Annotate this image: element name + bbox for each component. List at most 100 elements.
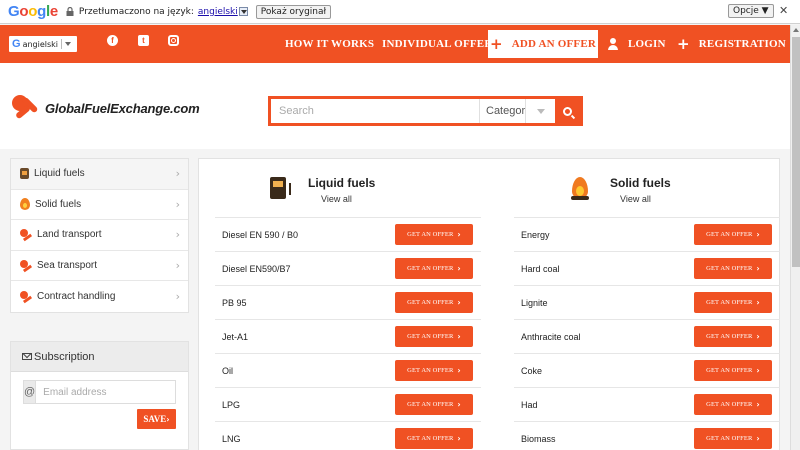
sidebar-item-label: Sea transport	[37, 260, 98, 272]
get-offer-label: GET AN OFFER	[706, 299, 753, 306]
get-offer-button[interactable]: GET AN OFFER ›	[395, 292, 473, 313]
search-bar: Categor	[268, 96, 583, 126]
nav-individual-offer[interactable]: INDIVIDUAL OFFER	[382, 25, 492, 63]
category-dropdown[interactable]	[525, 99, 555, 123]
login-link[interactable]: LOGIN	[607, 25, 666, 63]
get-offer-label: GET AN OFFER	[407, 299, 454, 306]
get-offer-button[interactable]: GET AN OFFER ›	[395, 428, 473, 449]
fuel-name[interactable]: Diesel EN 590 / B0	[222, 230, 298, 240]
fuel-name[interactable]: Jet-A1	[222, 332, 248, 342]
list-item: Oil GET AN OFFER ›	[215, 354, 481, 388]
fuel-name[interactable]: Coke	[521, 366, 542, 376]
chevron-right-icon: ›	[175, 167, 180, 181]
fuel-name[interactable]: Anthracite coal	[521, 332, 581, 342]
email-field[interactable]	[36, 381, 176, 403]
get-offer-label: GET AN OFFER	[706, 367, 753, 374]
instagram-icon[interactable]	[168, 35, 179, 46]
chevron-down-icon	[65, 42, 72, 46]
list-item: Anthracite coal GET AN OFFER ›	[514, 320, 780, 354]
get-offer-button[interactable]: GET AN OFFER ›	[694, 326, 772, 347]
brand-band: GlobalFuelExchange.com Categor	[0, 63, 790, 149]
sidebar-item-solid-fuels[interactable]: Solid fuels ›	[11, 190, 188, 221]
sidebar-item-sea-transport[interactable]: Sea transport ›	[11, 251, 188, 282]
liquid-fuels-column: Liquid fuels View all Diesel EN 590 / B0…	[215, 159, 481, 450]
plus-icon: +	[677, 35, 690, 53]
fuel-name[interactable]: LPG	[222, 400, 240, 410]
list-item: Jet-A1 GET AN OFFER ›	[215, 320, 481, 354]
fuel-categories-panel: Liquid fuels View all Diesel EN 590 / B0…	[198, 158, 780, 450]
get-offer-button[interactable]: GET AN OFFER ›	[395, 258, 473, 279]
get-offer-button[interactable]: GET AN OFFER ›	[694, 360, 772, 381]
close-icon[interactable]: ✕	[779, 4, 788, 17]
nav-how-it-works[interactable]: HOW IT WORKS	[285, 25, 374, 63]
get-offer-button[interactable]: GET AN OFFER ›	[694, 394, 772, 415]
fuel-name[interactable]: PB 95	[222, 298, 247, 308]
save-button[interactable]: SAVE ›	[137, 409, 176, 429]
language-dropdown-icon[interactable]	[238, 7, 248, 16]
chevron-right-icon: ›	[457, 332, 461, 341]
sidebar-item-liquid-fuels[interactable]: Liquid fuels ›	[11, 159, 188, 190]
category-select[interactable]: Categor	[479, 99, 525, 123]
list-item: Hard coal GET AN OFFER ›	[514, 252, 780, 286]
search-button[interactable]	[555, 99, 580, 123]
show-original-button[interactable]: Pokaż oryginał	[255, 4, 332, 19]
list-item: Diesel EN590/B7 GET AN OFFER ›	[215, 252, 481, 286]
fuel-name[interactable]: Lignite	[521, 298, 548, 308]
chevron-right-icon: ›	[756, 366, 760, 375]
site-logo[interactable]: GlobalFuelExchange.com	[12, 93, 200, 123]
brand-logo-icon	[20, 290, 32, 303]
lock-icon	[66, 7, 74, 16]
get-offer-button[interactable]: GET AN OFFER ›	[694, 224, 772, 245]
get-offer-label: GET AN OFFER	[407, 333, 454, 340]
sidebar-item-label: Contract handling	[37, 291, 116, 303]
brand-logo-icon	[12, 93, 42, 123]
get-offer-button[interactable]: GET AN OFFER ›	[694, 428, 772, 449]
language-selector[interactable]: G angielski	[9, 36, 77, 52]
get-offer-button[interactable]: GET AN OFFER ›	[694, 258, 772, 279]
fuel-name[interactable]: Energy	[521, 230, 550, 240]
fuel-name[interactable]: Hard coal	[521, 264, 560, 274]
get-offer-button[interactable]: GET AN OFFER ›	[694, 292, 772, 313]
view-all-link[interactable]: View all	[620, 194, 651, 204]
get-offer-button[interactable]: GET AN OFFER ›	[395, 394, 473, 415]
at-sign-icon: @	[24, 381, 37, 403]
sidebar-item-contract-handling[interactable]: Contract handling ›	[11, 281, 188, 312]
facebook-icon[interactable]: f	[107, 35, 118, 46]
chevron-right-icon: ›	[756, 434, 760, 443]
chevron-right-icon: ›	[175, 197, 180, 211]
brand-logo-icon	[20, 228, 32, 241]
translate-language-link[interactable]: angielski	[198, 7, 238, 17]
translate-message: Przetłumaczono na język:	[78, 6, 194, 17]
twitter-icon[interactable]: t	[138, 35, 149, 46]
page-scrollbar[interactable]	[790, 25, 800, 450]
chevron-down-icon	[536, 108, 545, 114]
add-offer-button[interactable]: + ADD AN OFFER	[488, 30, 598, 58]
fuel-name[interactable]: Biomass	[521, 434, 556, 444]
get-offer-button[interactable]: GET AN OFFER ›	[395, 360, 473, 381]
login-label: LOGIN	[628, 38, 666, 50]
options-button[interactable]: Opcje ▼	[728, 4, 774, 18]
chevron-right-icon: ›	[175, 290, 180, 304]
chevron-right-icon: ›	[457, 400, 461, 409]
fuel-name[interactable]: Had	[521, 400, 538, 410]
search-input[interactable]	[271, 99, 479, 123]
list-item: Biomass GET AN OFFER ›	[514, 422, 780, 450]
view-all-link[interactable]: View all	[321, 194, 352, 204]
scrollbar-thumb[interactable]	[792, 37, 800, 267]
liquid-fuels-list: Diesel EN 590 / B0 GET AN OFFER › Diesel EN…	[215, 218, 481, 450]
fuel-name[interactable]: Diesel EN590/B7	[222, 264, 291, 274]
get-offer-button[interactable]: GET AN OFFER ›	[395, 224, 473, 245]
fuel-pump-icon	[20, 168, 29, 180]
fuel-name[interactable]: LNG	[222, 434, 241, 444]
get-offer-button[interactable]: GET AN OFFER ›	[395, 326, 473, 347]
scroll-up-icon[interactable]	[793, 28, 799, 32]
chevron-right-icon: ›	[457, 434, 461, 443]
get-offer-label: GET AN OFFER	[407, 231, 454, 238]
fuel-name[interactable]: Oil	[222, 366, 233, 376]
list-item: Had GET AN OFFER ›	[514, 388, 780, 422]
sidebar-item-land-transport[interactable]: Land transport ›	[11, 220, 188, 251]
chevron-right-icon: ›	[175, 259, 180, 273]
registration-label: REGISTRATION	[698, 38, 786, 50]
registration-link[interactable]: + REGISTRATION	[677, 25, 786, 63]
chevron-right-icon: ›	[756, 332, 760, 341]
